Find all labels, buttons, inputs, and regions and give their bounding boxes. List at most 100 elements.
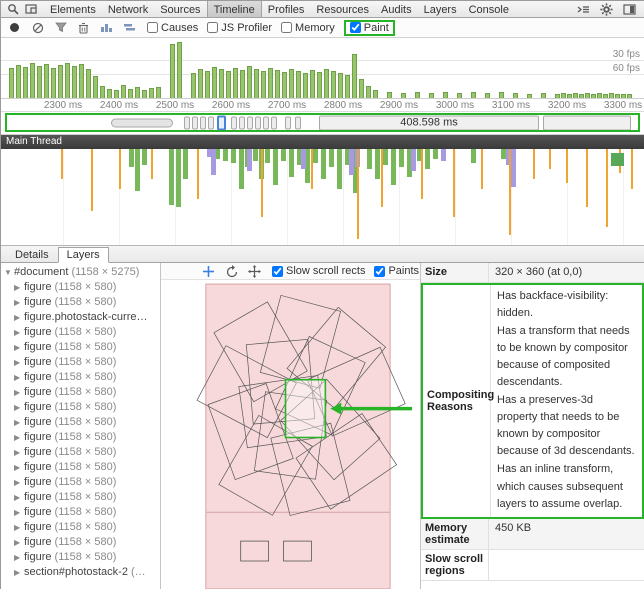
tab-profiles[interactable]: Profiles bbox=[262, 1, 311, 17]
fps-bar bbox=[72, 66, 77, 98]
tree-item-figure[interactable]: ▶figure(1158 × 580) bbox=[1, 535, 160, 550]
frame-segment[interactable] bbox=[263, 117, 269, 130]
tab-layers[interactable]: Layers bbox=[58, 247, 109, 263]
checkbox-memory[interactable]: Memory bbox=[281, 22, 335, 34]
tab-details[interactable]: Details bbox=[6, 247, 58, 262]
frame-segment[interactable] bbox=[239, 117, 245, 130]
settings-gear-icon[interactable] bbox=[599, 2, 614, 16]
frame-segment[interactable] bbox=[271, 117, 277, 130]
tree-item-figure[interactable]: ▶figure(1158 × 580) bbox=[1, 430, 160, 445]
tree-item-document[interactable]: ▼#document(1158 × 5275) bbox=[1, 265, 160, 280]
frame-segment[interactable] bbox=[200, 117, 206, 130]
checkbox-slow-scroll-rects[interactable]: Slow scroll rects bbox=[272, 265, 365, 277]
tree-item-figure[interactable]: ▶figure(1158 × 580) bbox=[1, 445, 160, 460]
clear-icon[interactable] bbox=[30, 21, 45, 35]
frame-segment-current[interactable]: 408.598 ms bbox=[319, 116, 539, 131]
triangle-right-icon: ▶ bbox=[14, 280, 24, 295]
tab-audits[interactable]: Audits bbox=[375, 1, 418, 17]
prop-label: Memory estimate bbox=[425, 522, 484, 546]
tab-resources[interactable]: Resources bbox=[310, 1, 375, 17]
frame-segment[interactable] bbox=[543, 116, 631, 131]
frame-segment[interactable] bbox=[285, 117, 291, 130]
triangle-right-icon: ▶ bbox=[14, 505, 24, 520]
tree-item-section-photostack-2[interactable]: ▶section#photostack-2(… bbox=[1, 565, 160, 580]
layer-canvas[interactable] bbox=[161, 280, 420, 589]
console-drawer-icon[interactable] bbox=[576, 2, 591, 16]
flame-mark-orange bbox=[91, 149, 93, 211]
checkbox-slow-scroll-rects-input[interactable] bbox=[272, 266, 283, 277]
layer-canvas-svg[interactable] bbox=[161, 280, 420, 589]
filter-icon[interactable] bbox=[53, 21, 68, 35]
flame-gridline bbox=[63, 149, 64, 245]
frame-segment-selected[interactable] bbox=[217, 116, 226, 131]
tab-layers[interactable]: Layers bbox=[418, 1, 463, 17]
flame-mark-purple bbox=[211, 149, 216, 175]
frame-lead-segment[interactable] bbox=[111, 119, 173, 128]
triangle-right-icon: ▶ bbox=[14, 445, 24, 460]
tree-item-figure[interactable]: ▶figure(1158 × 580) bbox=[1, 340, 160, 355]
tab-network[interactable]: Network bbox=[102, 1, 154, 17]
flame-chart[interactable] bbox=[1, 149, 644, 246]
flame-mark-green bbox=[281, 149, 286, 161]
tree-item-figure[interactable]: ▶figure(1158 × 580) bbox=[1, 280, 160, 295]
inspect-magnifier-icon[interactable] bbox=[5, 2, 20, 16]
events-view-icon[interactable] bbox=[122, 21, 137, 35]
tree-item-figure[interactable]: ▶figure(1158 × 580) bbox=[1, 520, 160, 535]
tab-sources[interactable]: Sources bbox=[154, 1, 206, 17]
checkbox-paints-input[interactable] bbox=[374, 266, 385, 277]
flame-mark-orange bbox=[453, 149, 455, 217]
tree-item-figure[interactable]: ▶figure(1158 × 580) bbox=[1, 475, 160, 490]
prop-label: Slow scroll regions bbox=[425, 553, 484, 577]
rotate-mode-icon[interactable] bbox=[224, 264, 239, 278]
tree-item-figure[interactable]: ▶figure(1158 × 580) bbox=[1, 355, 160, 370]
tree-item-figure[interactable]: ▶figure(1158 × 580) bbox=[1, 400, 160, 415]
flame-mark-green bbox=[375, 149, 380, 179]
checkbox-causes-input[interactable] bbox=[147, 22, 158, 33]
frame-segment[interactable] bbox=[208, 117, 214, 130]
fps-bar bbox=[324, 69, 329, 98]
checkbox-paint-input[interactable] bbox=[350, 22, 361, 33]
garbage-collect-icon[interactable] bbox=[76, 21, 91, 35]
main-thread-header: Main Thread bbox=[1, 135, 644, 149]
tree-item-figure[interactable]: ▶figure(1158 × 580) bbox=[1, 550, 160, 565]
tree-item-figure[interactable]: ▶figure(1158 × 580) bbox=[1, 370, 160, 385]
tab-elements[interactable]: Elements bbox=[44, 1, 102, 17]
tree-item-figure[interactable]: ▶figure(1158 × 580) bbox=[1, 505, 160, 520]
frames-strip[interactable]: 408.598 ms bbox=[1, 112, 644, 135]
tab-console[interactable]: Console bbox=[463, 1, 515, 17]
frame-segment[interactable] bbox=[247, 117, 253, 130]
checkbox-paints[interactable]: Paints bbox=[374, 265, 419, 277]
frame-segment[interactable] bbox=[184, 117, 190, 130]
tree-item-figure[interactable]: ▶figure(1158 × 580) bbox=[1, 385, 160, 400]
tree-item-figure[interactable]: ▶figure(1158 × 580) bbox=[1, 460, 160, 475]
fps-bar bbox=[415, 92, 420, 98]
fps-60-line bbox=[1, 74, 644, 75]
device-mode-icon[interactable] bbox=[23, 2, 38, 16]
tree-item-figure-photostack-curre[interactable]: ▶figure.photostack-curre… bbox=[1, 310, 160, 325]
tree-item-figure[interactable]: ▶figure(1158 × 580) bbox=[1, 295, 160, 310]
tree-item-figure[interactable]: ▶figure(1158 × 580) bbox=[1, 325, 160, 340]
selected-layer-rect[interactable] bbox=[286, 380, 326, 438]
frame-segment[interactable] bbox=[255, 117, 261, 130]
fps-bar bbox=[107, 89, 112, 98]
record-icon[interactable] bbox=[7, 21, 22, 35]
fps-bar bbox=[198, 69, 203, 98]
tree-item-figure[interactable]: ▶figure(1158 × 580) bbox=[1, 415, 160, 430]
frame-segment[interactable] bbox=[192, 117, 198, 130]
pan-mode-icon[interactable] bbox=[201, 264, 216, 278]
fps-bar bbox=[44, 64, 49, 98]
frame-segment[interactable] bbox=[295, 117, 301, 130]
checkbox-js-profiler[interactable]: JS Profiler bbox=[207, 22, 272, 34]
frames-view-icon[interactable] bbox=[99, 21, 114, 35]
dock-side-icon[interactable] bbox=[622, 2, 637, 16]
fps-bar bbox=[275, 70, 280, 98]
checkbox-js-profiler-input[interactable] bbox=[207, 22, 218, 33]
fps-overview[interactable]: 30 fps 60 fps bbox=[1, 38, 644, 99]
checkbox-paint[interactable]: Paint bbox=[344, 20, 395, 36]
checkbox-memory-input[interactable] bbox=[281, 22, 292, 33]
move-mode-icon[interactable] bbox=[247, 264, 262, 278]
tab-timeline[interactable]: Timeline bbox=[207, 1, 262, 17]
checkbox-causes[interactable]: Causes bbox=[147, 22, 198, 34]
frame-segment[interactable] bbox=[231, 117, 237, 130]
tree-item-figure[interactable]: ▶figure(1158 × 580) bbox=[1, 490, 160, 505]
